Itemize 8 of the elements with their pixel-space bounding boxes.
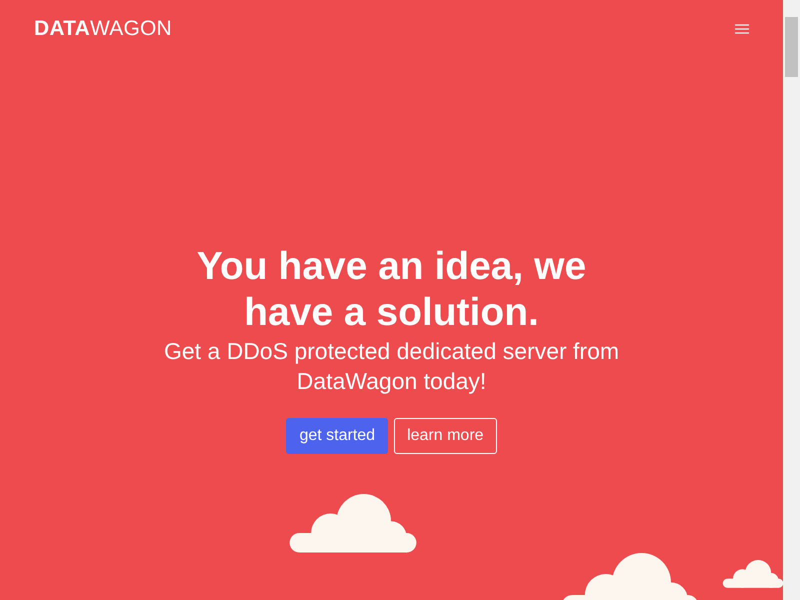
cloud-drawing <box>722 560 783 588</box>
get-started-button[interactable]: get started <box>286 418 388 454</box>
learn-more-button[interactable]: learn more <box>394 418 497 454</box>
menu-icon[interactable] <box>733 22 751 36</box>
hero-subtitle: Get a DDoS protected dedicated server from DataWagon today! <box>162 337 620 396</box>
logo[interactable]: DATAWAGON <box>34 17 172 41</box>
scrollbar[interactable] <box>783 0 800 600</box>
hero-title: You have an idea, we have a solution. <box>196 244 588 336</box>
